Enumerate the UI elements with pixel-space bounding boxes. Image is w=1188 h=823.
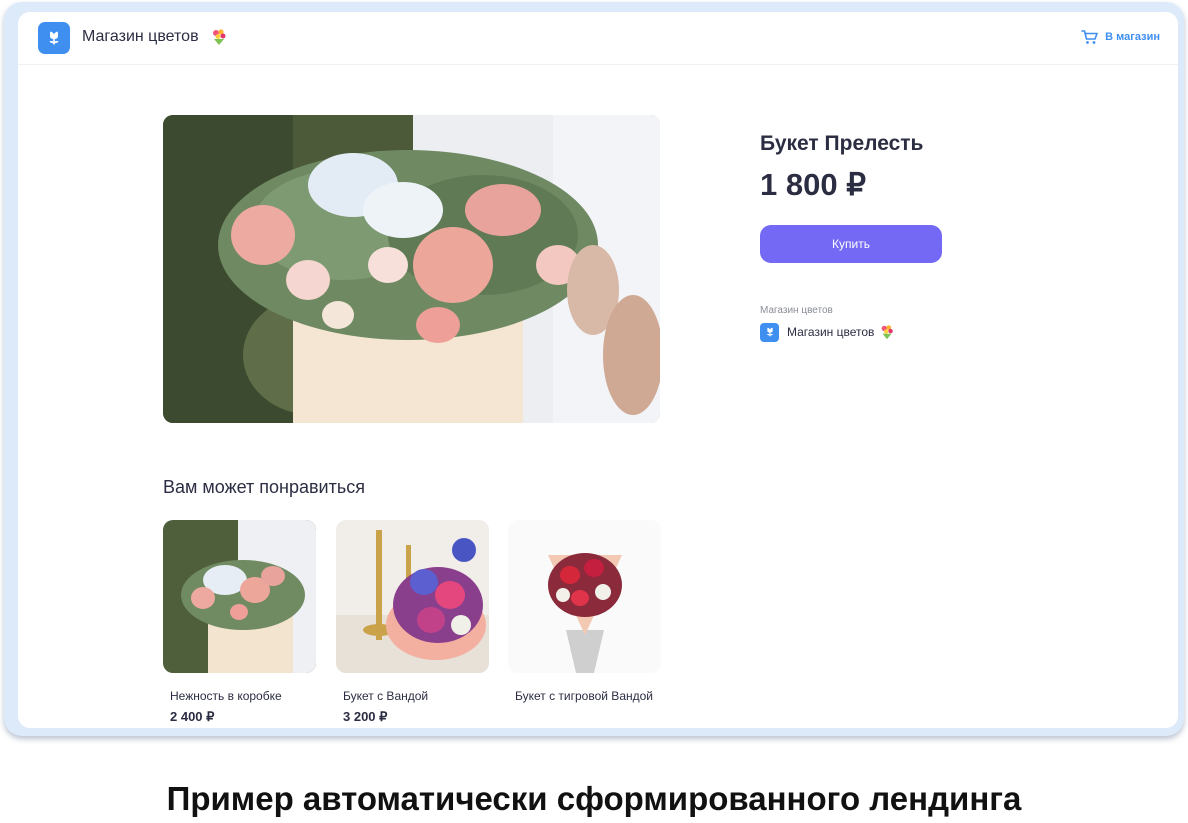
go-to-store-link[interactable]: В магазин — [1081, 29, 1160, 45]
product-title: Букет Прелесть — [760, 132, 924, 155]
product-card[interactable]: Букет с тигровой Вандой — [508, 520, 661, 704]
recommendations-title: Вам может понравиться — [163, 477, 365, 497]
buy-button[interactable]: Купить — [760, 225, 942, 263]
caption: Пример автоматически сформированного лен… — [166, 780, 1022, 817]
flower-icon — [49, 31, 59, 45]
seller-logo — [760, 322, 779, 342]
cart-link-label: В магазин — [1105, 31, 1160, 43]
product-card-price: 2 400 ₽ — [170, 709, 215, 724]
flower-icon — [766, 327, 773, 337]
product-card-image — [336, 520, 489, 673]
product-card[interactable]: Букет с Вандой 3 200 ₽ — [336, 520, 489, 725]
cart-icon — [1081, 30, 1098, 44]
product-card-name: Букет с тигровой Вандой — [515, 689, 653, 703]
product-card-price: 3 200 ₽ — [343, 709, 388, 724]
product-image — [163, 115, 660, 423]
product-card-name: Букет с Вандой — [343, 689, 429, 703]
product-card-image — [508, 520, 661, 673]
store-logo[interactable] — [38, 22, 70, 54]
product-card[interactable]: Нежность в коробке 2 400 ₽ — [163, 520, 316, 725]
bouquet-emoji-icon — [213, 29, 226, 45]
product-price: 1 800 ₽ — [760, 167, 866, 202]
landing-page: Магазин цветов В магазин Букет Прелесть … — [18, 12, 1178, 728]
seller-name: Магазин цветов — [787, 325, 875, 339]
seller-caption: Магазин цветов — [760, 305, 833, 316]
product-card-name: Нежность в коробке — [170, 689, 282, 703]
browser-frame: Магазин цветов В магазин Букет Прелесть … — [4, 2, 1184, 736]
seller-link[interactable]: Магазин цветов — [760, 322, 895, 342]
bouquet-emoji-icon — [882, 325, 894, 340]
product-card-image — [163, 520, 316, 673]
store-title[interactable]: Магазин цветов — [82, 28, 199, 46]
site-header: Магазин цветов В магазин — [18, 12, 1178, 65]
